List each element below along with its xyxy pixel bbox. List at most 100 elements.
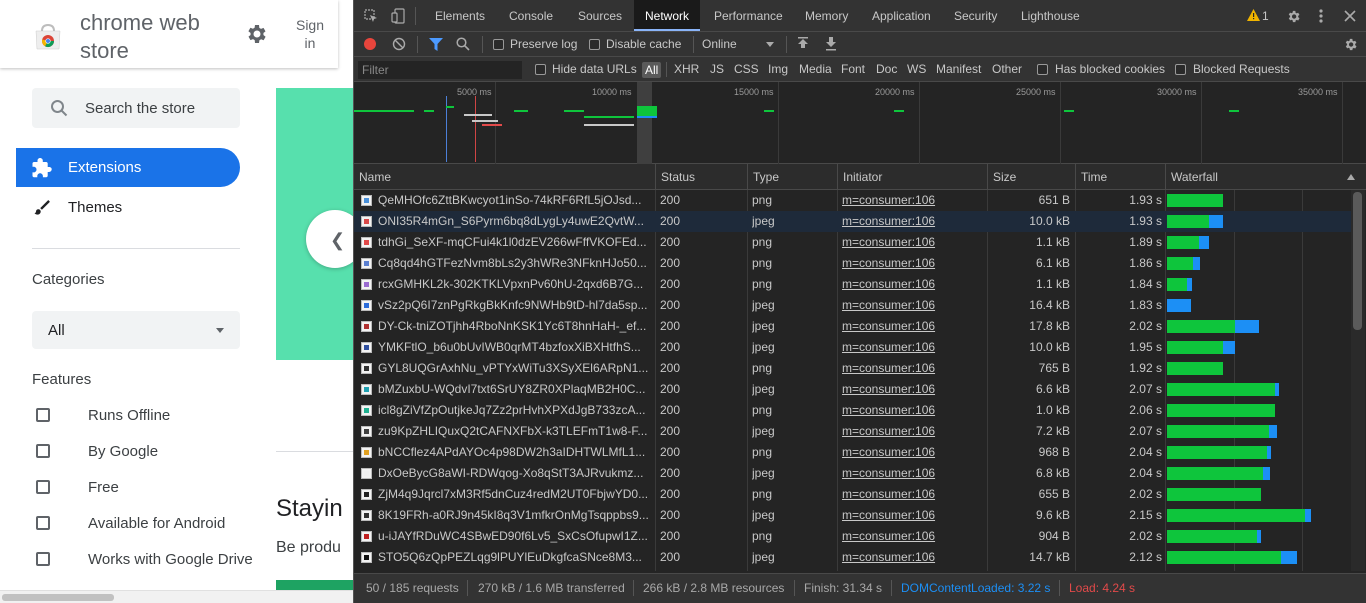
blocked-requests-label[interactable]: Blocked Requests <box>1193 62 1290 76</box>
filter-all-button[interactable]: All <box>642 62 662 78</box>
request-row[interactable]: STO5Q6zQpPEZLqg9lPUYlEuDkgfcaSNce8M3... 2… <box>354 547 1354 568</box>
request-initiator[interactable]: m=consumer:106 <box>842 442 982 463</box>
request-initiator[interactable]: m=consumer:106 <box>842 358 982 379</box>
request-initiator[interactable]: m=consumer:106 <box>842 253 982 274</box>
request-initiator[interactable]: m=consumer:106 <box>842 379 982 400</box>
has-blocked-cookies-label[interactable]: Has blocked cookies <box>1055 62 1165 76</box>
throttling-select[interactable]: Online <box>702 37 737 51</box>
filter-input[interactable]: Filter <box>358 61 522 79</box>
scrollbar-thumb[interactable] <box>2 594 114 601</box>
checkbox[interactable] <box>36 408 50 422</box>
sort-ascending-icon[interactable] <box>1347 174 1355 180</box>
request-initiator[interactable]: m=consumer:106 <box>842 295 982 316</box>
settings-gear-icon[interactable] <box>244 22 268 46</box>
device-toolbar-icon[interactable] <box>391 8 405 24</box>
request-row[interactable]: YMKFtlO_b6u0bUvIWB0qrMT4bzfoxXiBXHtfhS..… <box>354 337 1354 358</box>
checkbox[interactable] <box>36 516 50 530</box>
request-row[interactable]: u-iJAYfRDuWC4SBwED90f6Lv5_SxCsOfupwI1Z..… <box>354 526 1354 547</box>
request-initiator[interactable]: m=consumer:106 <box>842 316 982 337</box>
column-name[interactable]: Name <box>354 164 655 190</box>
request-row[interactable]: DY-Ck-tniZOTjhh4RboNnKSK1Yc6T8hnHaH-_ef.… <box>354 316 1354 337</box>
request-row[interactable]: rcxGMHKL2k-302KTKLVpxnPv60hU-2qxd6B7G...… <box>354 274 1354 295</box>
export-har-icon[interactable] <box>825 37 837 51</box>
blocked-requests-checkbox[interactable] <box>1175 64 1186 75</box>
filter-css[interactable]: CSS <box>734 62 759 76</box>
throttling-caret-icon[interactable] <box>766 42 774 47</box>
settings-gear-icon[interactable] <box>1286 9 1301 24</box>
feature-runs-offline[interactable]: Runs Offline <box>32 404 252 428</box>
request-initiator[interactable]: m=consumer:106 <box>842 190 982 211</box>
nav-extensions[interactable]: Extensions <box>16 148 240 187</box>
checkbox[interactable] <box>36 480 50 494</box>
more-options-icon[interactable] <box>1319 9 1323 23</box>
column-waterfall[interactable]: Waterfall <box>1165 164 1366 190</box>
filter-other[interactable]: Other <box>992 62 1022 76</box>
close-icon[interactable] <box>1344 10 1356 22</box>
request-row[interactable]: bMZuxbU-WQdvI7txt6SrUY8ZR0XPlaqMB2H0C...… <box>354 379 1354 400</box>
request-row[interactable]: vSz2pQ6I7znPgRkgBkKnfc9NWHb9tD-hl7da5sp.… <box>354 295 1354 316</box>
filter-xhr[interactable]: XHR <box>674 62 699 76</box>
request-row[interactable]: ONI35R4mGn_S6Pyrm6bq8dLygLy4uwE2QvtW... 2… <box>354 211 1354 232</box>
preserve-log-checkbox[interactable] <box>493 39 504 50</box>
store-title[interactable]: chrome web store <box>80 9 220 65</box>
request-initiator[interactable]: m=consumer:106 <box>842 505 982 526</box>
request-initiator[interactable]: m=consumer:106 <box>842 274 982 295</box>
request-row[interactable]: DxOeBycG8aWI-RDWqog-Xo8qStT3AJRvukmz... 2… <box>354 463 1354 484</box>
request-initiator[interactable]: m=consumer:106 <box>842 547 982 568</box>
filter-manifest[interactable]: Manifest <box>936 62 981 76</box>
network-overview-timeline[interactable]: 5000 ms 10000 ms 15000 ms 20000 ms 25000… <box>354 82 1366 164</box>
hide-data-urls-checkbox[interactable] <box>535 64 546 75</box>
webstore-logo-icon[interactable] <box>33 22 63 52</box>
request-initiator[interactable]: m=consumer:106 <box>842 526 982 547</box>
filter-media[interactable]: Media <box>799 62 832 76</box>
request-row[interactable]: GYL8UQGrAxhNu_vPTYxWiTu3XSyXEl6ARpN1... 2… <box>354 358 1354 379</box>
hide-data-urls-label[interactable]: Hide data URLs <box>552 62 637 76</box>
inspect-element-icon[interactable] <box>364 9 378 23</box>
filter-ws[interactable]: WS <box>907 62 926 76</box>
request-initiator[interactable]: m=consumer:106 <box>842 421 982 442</box>
nav-themes[interactable]: Themes <box>16 188 240 227</box>
feature-by-google[interactable]: By Google <box>32 440 252 464</box>
search-icon[interactable] <box>456 37 470 51</box>
request-row[interactable]: zu9KpZHLIQuxQ2tCAFNXFbX-k3TLEFmT1w8-F...… <box>354 421 1354 442</box>
disable-cache-label[interactable]: Disable cache <box>606 37 681 51</box>
category-select[interactable]: All <box>32 311 240 349</box>
has-blocked-cookies-checkbox[interactable] <box>1037 64 1048 75</box>
import-har-icon[interactable] <box>797 37 809 51</box>
sign-in-link[interactable]: Sign in <box>290 16 330 50</box>
filter-js[interactable]: JS <box>710 62 724 76</box>
overview-selection-window[interactable] <box>637 82 652 164</box>
filter-doc[interactable]: Doc <box>876 62 897 76</box>
checkbox[interactable] <box>36 552 50 566</box>
request-row[interactable]: icl8gZiVfZpOutjkeJq7Zz2prHvhXPXdJgB733zc… <box>354 400 1354 421</box>
column-size[interactable]: Size <box>987 164 1075 190</box>
feature-available-for-android[interactable]: Available for Android <box>32 512 252 536</box>
warning-icon[interactable] <box>1247 9 1260 21</box>
filter-icon[interactable] <box>429 38 443 51</box>
request-initiator[interactable]: m=consumer:106 <box>842 211 982 232</box>
request-initiator[interactable]: m=consumer:106 <box>842 337 982 358</box>
store-search-input[interactable]: Search the store <box>32 88 240 128</box>
clear-icon[interactable] <box>392 37 406 51</box>
request-initiator[interactable]: m=consumer:106 <box>842 463 982 484</box>
preserve-log-label[interactable]: Preserve log <box>510 37 577 51</box>
checkbox[interactable] <box>36 444 50 458</box>
request-initiator[interactable]: m=consumer:106 <box>842 400 982 421</box>
tab-performance[interactable]: Performance <box>703 0 794 31</box>
network-settings-gear-icon[interactable] <box>1343 37 1358 52</box>
tab-console[interactable]: Console <box>498 0 564 31</box>
request-row[interactable]: tdhGi_SeXF-mqCFui4k1l0dzEV266wFffVKOFEd.… <box>354 232 1354 253</box>
feature-works-with-google-drive[interactable]: Works with Google Drive <box>32 548 253 572</box>
request-row[interactable]: Cq8qd4hGTFezNvm8bLs2y3hWRe3NFknHJo50... 2… <box>354 253 1354 274</box>
tab-lighthouse[interactable]: Lighthouse <box>1010 0 1091 31</box>
request-row[interactable]: 8K19FRh-a0RJ9n45kI8q3V1mfkrOnMgTsqppbs9.… <box>354 505 1354 526</box>
request-row[interactable]: ZjM4q9Jqrcl7xM3Rf5dnCuz4redM2UT0FbjwYD0.… <box>354 484 1354 505</box>
disable-cache-checkbox[interactable] <box>589 39 600 50</box>
filter-font[interactable]: Font <box>841 62 865 76</box>
horizontal-scrollbar[interactable] <box>0 590 353 603</box>
feature-free[interactable]: Free <box>32 476 252 500</box>
record-icon[interactable] <box>363 37 377 51</box>
scrollbar-thumb[interactable] <box>1353 192 1362 330</box>
warning-count[interactable]: 1 <box>1262 9 1269 23</box>
column-time[interactable]: Time <box>1075 164 1165 190</box>
